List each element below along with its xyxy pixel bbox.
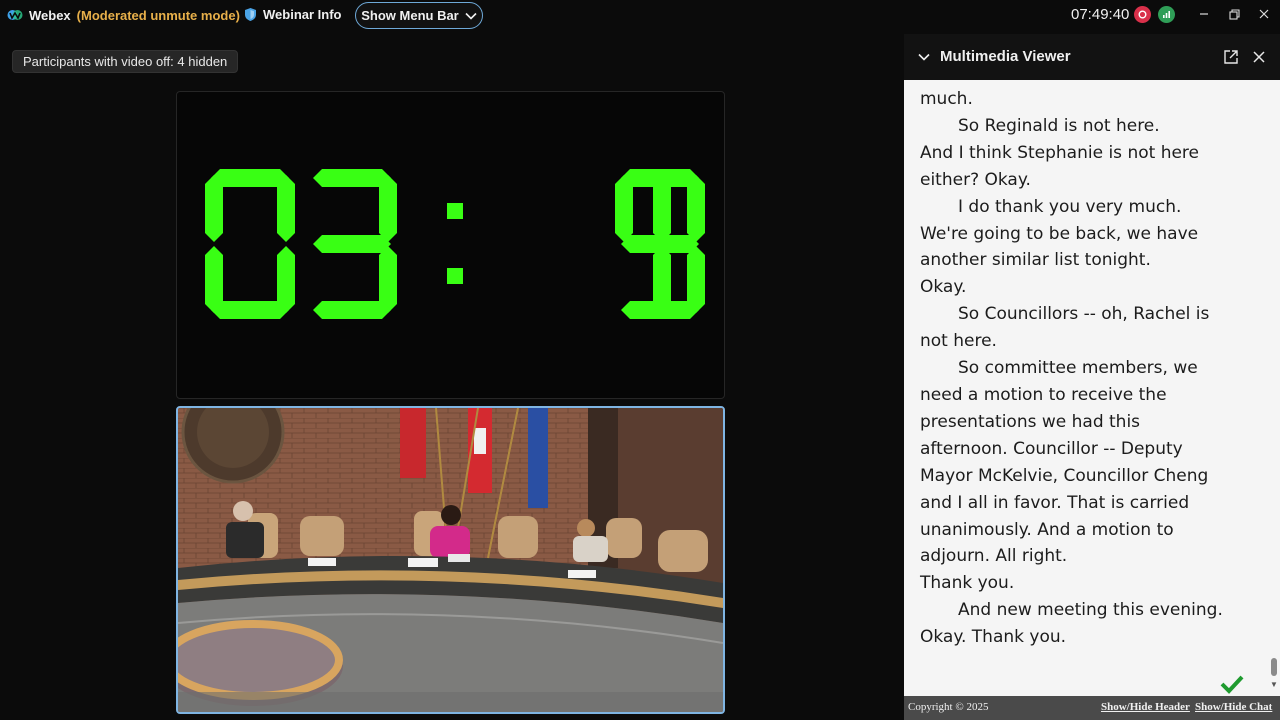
- webinar-info-label: Webinar Info: [263, 7, 342, 22]
- multimedia-viewer-title: Multimedia Viewer: [940, 48, 1071, 65]
- top-bar: Webex (Moderated unmute mode) Webinar In…: [0, 0, 1280, 32]
- webex-logo-icon: [7, 10, 23, 20]
- show-hide-header-link[interactable]: Show/Hide Header: [1101, 701, 1190, 713]
- close-window-button[interactable]: [1250, 4, 1278, 24]
- transcript-line: much.: [920, 89, 973, 109]
- webinar-info-button[interactable]: Webinar Info: [244, 7, 341, 22]
- transcript-line: and I all in favor. That is carried: [920, 492, 1190, 513]
- multimedia-viewer-header: Multimedia Viewer: [904, 34, 1280, 80]
- transcript-line: not here.: [920, 331, 997, 352]
- collapse-chevron-icon[interactable]: [916, 49, 932, 65]
- transcript-line: either? Okay.: [920, 169, 1031, 190]
- transcript-line: adjourn. All right.: [920, 546, 1068, 567]
- checkmark-icon: [1220, 675, 1244, 694]
- timer-minute-tens-digit: [205, 169, 295, 319]
- council-chamber-video-tile[interactable]: [176, 406, 725, 714]
- recording-indicator-icon[interactable]: [1134, 6, 1151, 23]
- transcript-line: And I think Stephanie is not here: [920, 142, 1199, 163]
- app-brand: Webex (Moderated unmute mode): [7, 7, 240, 23]
- transcript-line: Thank you.: [920, 573, 1015, 594]
- countdown-timer-display: [205, 169, 705, 319]
- multimedia-viewer-panel: Multimedia Viewer much. So Reginald is no…: [904, 34, 1280, 720]
- scroll-down-arrow-icon[interactable]: ▼: [1270, 680, 1278, 689]
- network-health-icon[interactable]: [1158, 6, 1175, 23]
- popout-icon[interactable]: [1222, 48, 1240, 66]
- unmute-mode-label: (Moderated unmute mode): [76, 7, 240, 23]
- transcript-line: afternoon. Councillor -- Deputy: [920, 438, 1183, 459]
- minimize-icon: [1200, 13, 1208, 15]
- restore-window-button[interactable]: [1220, 4, 1248, 24]
- meeting-clock: 07:49:40: [1071, 6, 1130, 23]
- multimedia-viewer-footer: Copyright © 2025 Show/Hide Header Show/H…: [904, 696, 1280, 720]
- transcript-line: Okay. Thank you.: [920, 627, 1067, 648]
- timer-minute-ones-digit: [313, 169, 397, 319]
- transcript-line: need a motion to receive the: [920, 384, 1167, 405]
- app-name: Webex: [29, 7, 71, 23]
- transcript-line: So Councillors -- oh, Rachel is: [958, 304, 1210, 325]
- timer-colon: [447, 203, 463, 284]
- transcript-line: another similar list tonight.: [920, 250, 1151, 271]
- show-hide-chat-link[interactable]: Show/Hide Chat: [1195, 701, 1272, 713]
- show-menu-bar-button[interactable]: Show Menu Bar: [355, 2, 483, 29]
- close-panel-icon[interactable]: [1250, 48, 1268, 66]
- timer-video-tile[interactable]: [176, 91, 725, 399]
- copyright-text: Copyright © 2025: [908, 701, 989, 713]
- close-icon: [1259, 9, 1269, 19]
- transcript-scrollbar[interactable]: ▼: [1268, 80, 1280, 696]
- transcript-line: We're going to be back, we have: [920, 223, 1199, 244]
- scrollbar-thumb[interactable]: [1271, 658, 1277, 676]
- chevron-down-icon: [465, 12, 477, 20]
- transcript-line: presentations we had this: [920, 411, 1141, 432]
- restore-icon: [1228, 8, 1240, 20]
- show-menu-bar-label: Show Menu Bar: [361, 8, 459, 23]
- caption-transcript: much. So Reginald is not here. And I think…: [920, 86, 1260, 651]
- transcript-line: So committee members, we: [958, 358, 1198, 379]
- shield-icon: [245, 8, 256, 21]
- transcript-line: I do thank you very much.: [958, 196, 1182, 217]
- transcript-line: unanimously. And a motion to: [920, 519, 1174, 540]
- transcript-line: Mayor McKelvie, Councillor Cheng: [920, 465, 1209, 486]
- transcript-line: Okay.: [920, 277, 967, 298]
- transcript-viewport[interactable]: much. So Reginald is not here. And I think…: [904, 80, 1280, 696]
- council-chamber-video-frame: [178, 408, 723, 712]
- transcript-line: And new meeting this evening.: [958, 600, 1223, 621]
- hidden-participants-notice: Participants with video off: 4 hidden: [12, 50, 239, 73]
- transcript-line: So Reginald is not here.: [958, 115, 1160, 136]
- minimize-window-button[interactable]: [1190, 4, 1218, 24]
